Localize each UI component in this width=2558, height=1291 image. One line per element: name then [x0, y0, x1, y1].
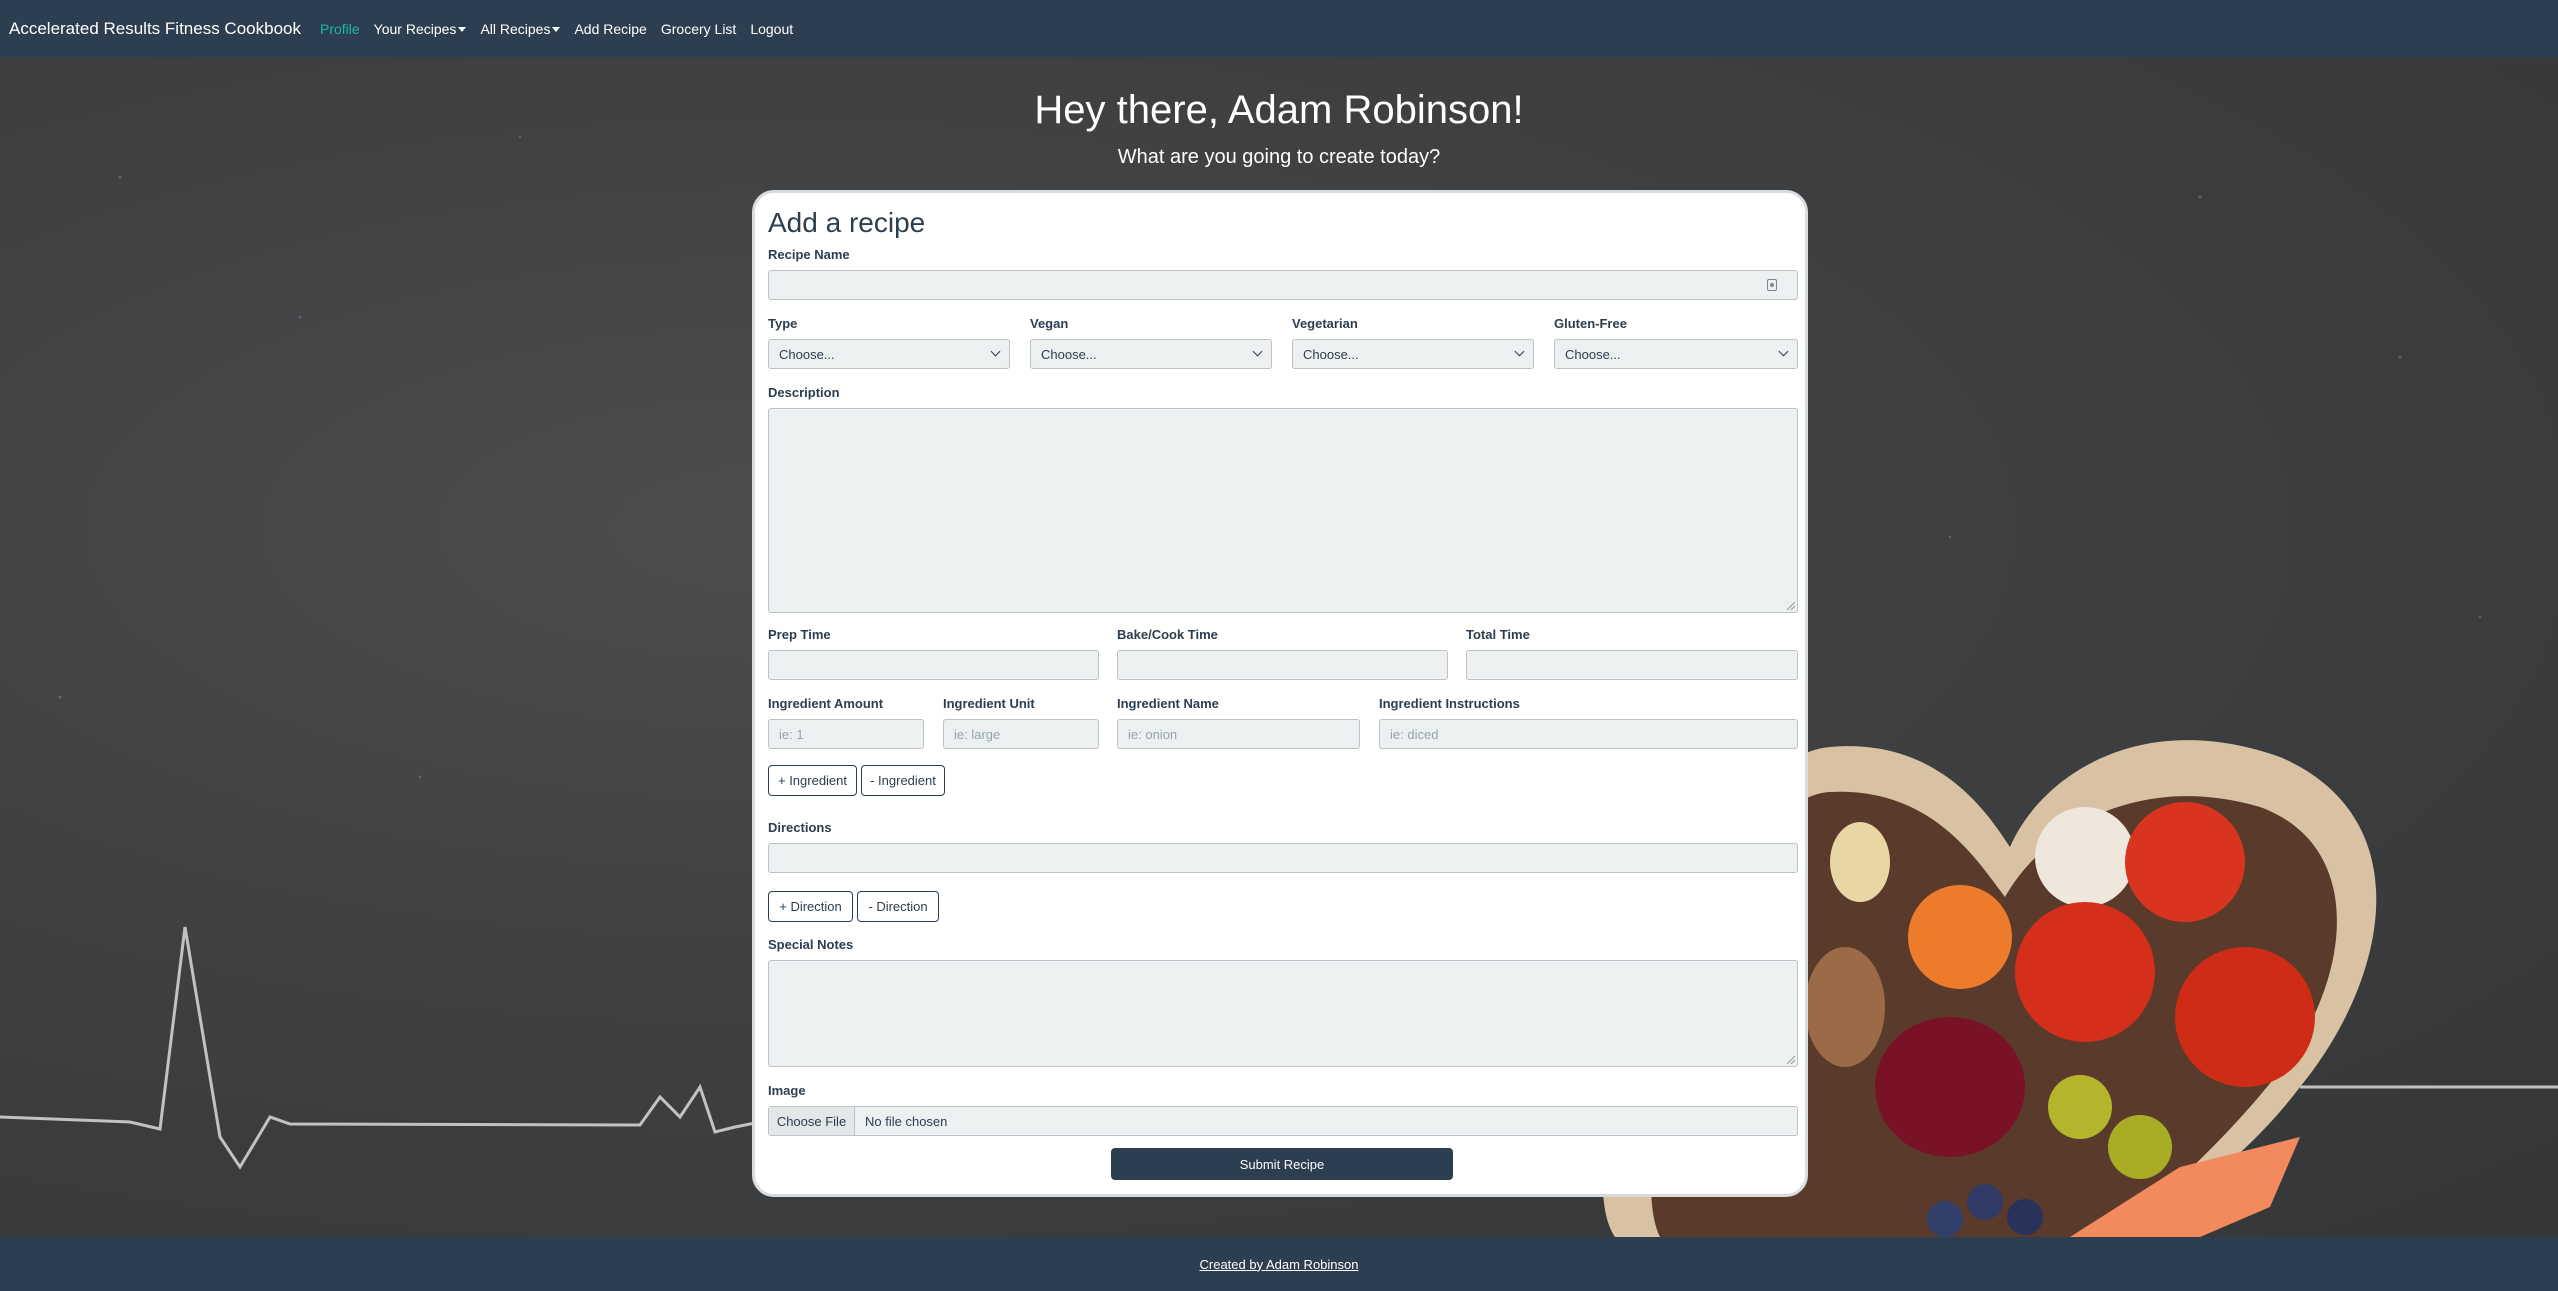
footer: Created by Adam Robinson [0, 1237, 2558, 1291]
nav-all-recipes-label: All Recipes [480, 20, 551, 37]
add-ingredient-button[interactable]: + Ingredient [768, 765, 857, 796]
ingredient-unit-placeholder: ie: large [954, 726, 1001, 742]
nav-all-recipes[interactable]: All Recipes [480, 20, 561, 37]
add-recipe-card: Add a recipe Recipe Name Type Choose... … [752, 190, 1808, 1197]
cook-time-input[interactable] [1117, 650, 1448, 680]
nav-your-recipes-label: Your Recipes [373, 20, 457, 37]
ingredient-amount-input[interactable]: ie: 1 [768, 719, 924, 749]
ingredient-name-placeholder: ie: onion [1128, 726, 1178, 742]
greeting-subtitle: What are you going to create today? [1117, 146, 1441, 168]
vegetarian-select-value: Choose... [1303, 346, 1359, 362]
chevron-down-icon [1252, 346, 1263, 357]
ingredient-amount-label: Ingredient Amount [768, 696, 884, 711]
special-notes-textarea[interactable] [768, 960, 1798, 1067]
caret-down-icon [458, 27, 467, 33]
greeting-title: Hey there, Adam Robinson! [1034, 88, 1524, 132]
directions-input[interactable] [768, 843, 1798, 873]
prep-time-input[interactable] [768, 650, 1099, 680]
remove-direction-button[interactable]: - Direction [857, 891, 939, 922]
submit-recipe-button[interactable]: Submit Recipe [1111, 1148, 1453, 1180]
navbar: Accelerated Results Fitness Cookbook Pro… [0, 0, 2558, 57]
vegan-select[interactable]: Choose... [1030, 339, 1272, 369]
chevron-down-icon [990, 346, 1001, 357]
ingredient-unit-label: Ingredient Unit [943, 696, 1035, 711]
nav-add-recipe[interactable]: Add Recipe [574, 21, 646, 37]
vegan-label: Vegan [1030, 316, 1069, 331]
choose-file-button[interactable]: Choose File [769, 1107, 855, 1135]
type-label: Type [768, 316, 798, 331]
vegan-select-value: Choose... [1041, 346, 1097, 362]
directions-label: Directions [768, 820, 832, 835]
brand-link[interactable]: Accelerated Results Fitness Cookbook [9, 19, 301, 39]
add-direction-button[interactable]: + Direction [768, 891, 853, 922]
cook-time-label: Bake/Cook Time [1117, 627, 1218, 642]
chevron-down-icon [1514, 346, 1525, 357]
ingredient-instructions-placeholder: ie: diced [1390, 726, 1439, 742]
image-file-input[interactable]: Choose File No file chosen [768, 1106, 1798, 1136]
prep-time-label: Prep Time [768, 627, 831, 642]
type-select[interactable]: Choose... [768, 339, 1010, 369]
gluten-free-label: Gluten-Free [1554, 316, 1627, 331]
ingredient-unit-input[interactable]: ie: large [943, 719, 1099, 749]
ingredient-instructions-input[interactable]: ie: diced [1379, 719, 1798, 749]
caret-down-icon [552, 27, 561, 33]
nav-logout[interactable]: Logout [750, 21, 793, 37]
vegetarian-label: Vegetarian [1292, 316, 1358, 331]
description-textarea[interactable] [768, 408, 1798, 613]
description-label: Description [768, 385, 840, 400]
resize-handle-icon[interactable] [1787, 602, 1795, 610]
special-notes-label: Special Notes [768, 937, 854, 952]
image-label: Image [768, 1083, 806, 1098]
total-time-input[interactable] [1466, 650, 1798, 680]
recipe-name-input[interactable] [768, 270, 1798, 300]
gluten-free-select-value: Choose... [1565, 346, 1621, 362]
gluten-free-select[interactable]: Choose... [1554, 339, 1798, 369]
nav-profile[interactable]: Profile [320, 21, 360, 37]
ingredient-name-label: Ingredient Name [1117, 696, 1219, 711]
total-time-label: Total Time [1466, 627, 1530, 642]
footer-credit-link[interactable]: Created by Adam Robinson [1200, 1257, 1359, 1272]
form-heading: Add a recipe [768, 207, 926, 238]
nav-grocery-list[interactable]: Grocery List [661, 21, 736, 37]
remove-ingredient-button[interactable]: - Ingredient [861, 765, 945, 796]
contact-card-icon [1767, 279, 1777, 291]
ingredient-instructions-label: Ingredient Instructions [1379, 696, 1520, 711]
chevron-down-icon [1778, 346, 1789, 357]
vegetarian-select[interactable]: Choose... [1292, 339, 1534, 369]
resize-handle-icon[interactable] [1787, 1056, 1795, 1064]
type-select-value: Choose... [779, 346, 835, 362]
recipe-name-label: Recipe Name [768, 247, 850, 262]
no-file-text: No file chosen [865, 1113, 948, 1129]
ingredient-amount-placeholder: ie: 1 [779, 726, 804, 742]
ingredient-name-input[interactable]: ie: onion [1117, 719, 1360, 749]
nav-your-recipes[interactable]: Your Recipes [374, 21, 467, 37]
